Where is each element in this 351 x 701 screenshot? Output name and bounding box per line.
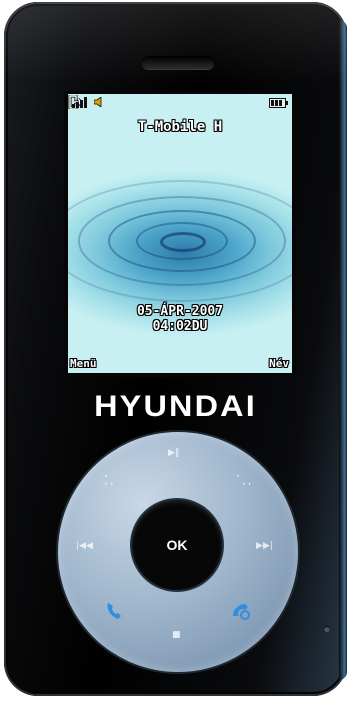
ok-button[interactable]: OK: [132, 500, 222, 590]
play-pause-label[interactable]: ▶‖: [168, 448, 179, 458]
time-display: 04:02DU: [152, 319, 208, 334]
signal-strength-icon: [72, 97, 88, 108]
previous-track-label[interactable]: |◀◀: [76, 541, 93, 551]
brand-logo: HYUNDAI: [94, 390, 257, 423]
microphone-hole: [324, 626, 330, 632]
earpiece-speaker: [142, 56, 214, 69]
next-track-label[interactable]: ▶▶|: [256, 541, 273, 551]
status-bar: [68, 94, 292, 110]
phone-edge-highlight: [339, 20, 347, 680]
end-call-icon[interactable]: [230, 600, 252, 622]
operator-name: T-Mobile H: [137, 119, 223, 135]
call-icon[interactable]: [104, 600, 126, 622]
wallpaper-ripple: [68, 180, 292, 302]
softkey-names[interactable]: Név: [269, 357, 289, 370]
left-softkey-dots-icon[interactable]: · ··: [104, 470, 116, 490]
stop-label[interactable]: ■: [172, 630, 181, 640]
display-screen: T-Mobile H 05-ÁPR-2007 04:02DU Menü Név: [68, 94, 292, 373]
softkey-menu[interactable]: Menü: [70, 357, 97, 370]
date-display: 05-ÁPR-2007: [136, 304, 224, 319]
battery-icon: [269, 98, 288, 108]
right-softkey-dots-icon[interactable]: · ··: [236, 470, 253, 490]
speaker-icon: [94, 97, 102, 107]
